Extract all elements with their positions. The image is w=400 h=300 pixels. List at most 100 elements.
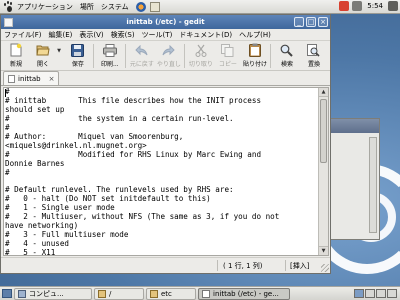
statusbar-separator (217, 260, 218, 271)
workspace-1[interactable] (354, 289, 364, 298)
show-desktop-icon[interactable] (2, 289, 12, 298)
taskbar-item-gedit[interactable]: inittab (/etc) - ge... (198, 287, 290, 300)
computer-icon (18, 289, 26, 298)
menu-help[interactable]: ヘルプ(H) (239, 30, 271, 40)
save-button[interactable]: 保存 (65, 42, 91, 70)
new-label: 新規 (10, 61, 23, 68)
toolbar-separator (269, 44, 271, 68)
menu-tools[interactable]: ツール(T) (142, 30, 173, 40)
window-title: inittab (/etc) - gedit (126, 18, 205, 26)
taskbar-item-computer[interactable]: コンピュ... (14, 287, 92, 300)
editor-line[interactable]: # 5 - X11 (5, 248, 318, 255)
background-window-titlebar[interactable] (331, 119, 379, 133)
find-label: 検索 (280, 61, 293, 68)
new-document-icon (9, 43, 23, 57)
menu-file[interactable]: ファイル(F) (4, 30, 42, 40)
menu-search[interactable]: 検索(S) (111, 30, 135, 40)
scrollbar-thumb[interactable] (320, 99, 327, 163)
open-button[interactable]: 開く (30, 42, 56, 70)
workspace-switcher (354, 289, 397, 298)
replace-icon (307, 43, 321, 57)
print-label: 印刷... (100, 61, 119, 68)
cut-label: 切り取り (188, 61, 213, 68)
taskbar-label: コンピュ... (29, 289, 64, 298)
toolbar-separator (183, 44, 185, 68)
insert-mode-indicator: [挿入] (290, 261, 310, 270)
text-cursor (5, 89, 6, 97)
update-notifier-icon[interactable] (339, 1, 350, 11)
network-icon[interactable] (352, 1, 363, 11)
browser-launcher-icon[interactable] (135, 1, 146, 12)
editor-line[interactable]: Donnie Barnes (5, 159, 318, 169)
text-editor-icon (202, 289, 210, 298)
editor-line[interactable]: # the system in a certain run-level. (5, 114, 318, 124)
tab-label: inittab (18, 74, 41, 83)
clock[interactable]: 5:54 (367, 2, 383, 10)
system-menu[interactable]: システム (101, 2, 129, 12)
minimize-button[interactable]: _ (294, 17, 304, 27)
toolbar: 新規 開く ▼ 保存 印刷... 元に戻す やり直し 切り取り コピー 貼り付け… (1, 41, 330, 71)
open-recent-dropdown-icon[interactable]: ▼ (57, 48, 63, 54)
taskbar-item-etc-folder[interactable]: etc (146, 287, 196, 300)
copy-icon (221, 43, 235, 57)
new-button[interactable]: 新規 (3, 42, 29, 70)
scissors-icon (194, 43, 208, 57)
taskbar-label: etc (161, 289, 172, 298)
menu-view[interactable]: 表示(V) (79, 30, 103, 40)
cut-button[interactable]: 切り取り (188, 42, 214, 70)
gnome-foot-icon[interactable] (3, 0, 15, 13)
menu-documents[interactable]: ドキュメント(D) (179, 30, 232, 40)
mail-launcher-icon[interactable] (149, 1, 160, 12)
places-menu[interactable]: 場所 (80, 2, 94, 12)
save-disk-icon (71, 43, 85, 57)
text-document-icon (8, 74, 15, 83)
window-titlebar[interactable]: inittab (/etc) - gedit _ □ × (1, 15, 330, 29)
toolbar-separator (92, 44, 94, 68)
redo-button[interactable]: やり直し (156, 42, 182, 70)
open-label: 開く (37, 61, 50, 68)
printer-icon (102, 43, 117, 57)
print-button[interactable]: 印刷... (97, 42, 123, 70)
tab-inittab[interactable]: inittab × (3, 71, 60, 85)
taskbar-label: inittab (/etc) - ge... (213, 289, 279, 298)
folder-icon (150, 289, 158, 298)
workspace-3[interactable] (376, 289, 386, 298)
find-button[interactable]: 検索 (274, 42, 300, 70)
close-button[interactable]: × (318, 17, 328, 27)
paste-button[interactable]: 貼り付け (242, 42, 268, 70)
text-editor[interactable]: # # inittab This file describes how the I… (3, 87, 329, 256)
scroll-up-arrow-icon[interactable]: ▲ (319, 88, 328, 97)
top-panel: アプリケーション 場所 システム 5:54 (0, 0, 400, 14)
editor-vertical-scrollbar[interactable]: ▲ ▼ (318, 88, 328, 255)
workspace-2[interactable] (365, 289, 375, 298)
applications-menu[interactable]: アプリケーション (17, 2, 73, 12)
replace-button[interactable]: 置換 (301, 42, 327, 70)
redo-label: やり直し (156, 61, 181, 68)
statusbar: ( 1 行, 1 列) [挿入] (1, 257, 330, 273)
toolbar-separator (124, 44, 126, 68)
menu-edit[interactable]: 編集(E) (49, 30, 73, 40)
save-label: 保存 (71, 61, 84, 68)
editor-text-area[interactable]: # # inittab This file describes how the I… (5, 88, 318, 255)
background-window-scrollbar[interactable] (369, 137, 377, 233)
paste-clipboard-icon (248, 43, 262, 57)
workspace-4[interactable] (387, 289, 397, 298)
editor-line[interactable]: # (5, 168, 318, 178)
background-window[interactable] (330, 118, 380, 240)
bottom-panel: コンピュ... / etc inittab (/etc) - ge... (0, 286, 400, 300)
tab-close-button[interactable]: × (49, 75, 55, 83)
find-magnifier-icon (280, 43, 294, 57)
replace-label: 置換 (307, 61, 320, 68)
taskbar-item-root-folder[interactable]: / (94, 287, 144, 300)
undo-button[interactable]: 元に戻す (129, 42, 155, 70)
gedit-window: inittab (/etc) - gedit _ □ × ファイル(F) 編集(… (0, 14, 331, 274)
scroll-down-arrow-icon[interactable]: ▼ (319, 246, 328, 255)
resize-grip[interactable] (321, 264, 329, 272)
copy-label: コピー (218, 61, 237, 68)
cursor-position: ( 1 行, 1 列) (223, 261, 263, 270)
volume-icon[interactable] (388, 1, 398, 11)
maximize-button[interactable]: □ (306, 17, 316, 27)
document-tabbar: inittab × (1, 71, 330, 86)
statusbar-separator (285, 260, 286, 271)
copy-button[interactable]: コピー (215, 42, 241, 70)
